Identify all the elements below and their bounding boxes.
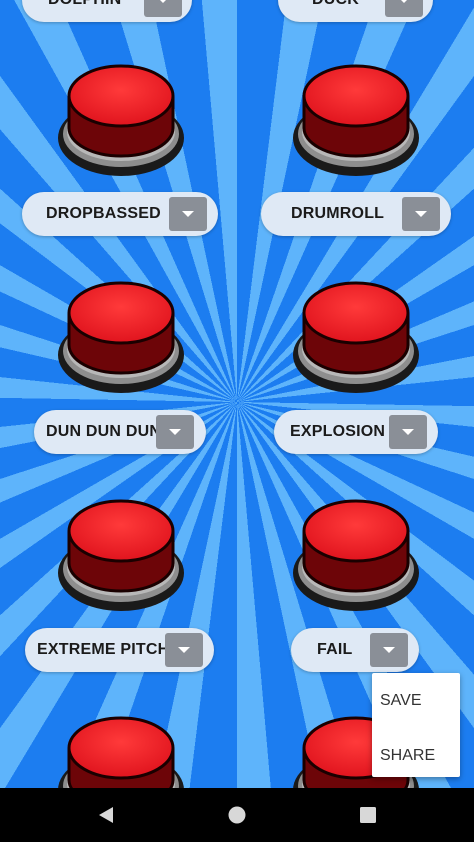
- sound-label: DUCK: [312, 0, 359, 9]
- chevron-down-icon: [169, 429, 181, 435]
- recents-button[interactable]: [338, 788, 398, 842]
- home-circle-icon: [228, 806, 246, 824]
- back-button[interactable]: [75, 788, 135, 842]
- sound-label: DUN DUN DUN: [46, 423, 162, 440]
- chevron-down-icon: [178, 647, 190, 653]
- sound-options-dropdown[interactable]: [144, 0, 182, 17]
- options-popup-menu: SAVE SHARE: [372, 673, 460, 777]
- sound-pill-duck: DUCK: [278, 0, 433, 22]
- sound-label: DROPBASSED: [46, 205, 161, 222]
- sound-button-explosion[interactable]: [291, 277, 421, 397]
- sound-pill-dun-dun-dun: DUN DUN DUN: [34, 410, 206, 454]
- system-navigation-bar: [0, 788, 474, 842]
- sound-pill-drumroll: DRUMROLL: [261, 192, 451, 236]
- sound-pill-fail: FAIL: [291, 628, 419, 672]
- sound-options-dropdown[interactable]: [156, 415, 194, 449]
- sound-label: FAIL: [317, 641, 353, 658]
- sound-options-dropdown[interactable]: [370, 633, 408, 667]
- sound-options-dropdown[interactable]: [165, 633, 203, 667]
- sound-options-dropdown[interactable]: [389, 415, 427, 449]
- sound-pill-explosion: EXPLOSION: [274, 410, 438, 454]
- chevron-down-icon: [383, 647, 395, 653]
- back-triangle-icon: [99, 807, 113, 823]
- chevron-down-icon: [157, 0, 169, 3]
- chevron-down-icon: [402, 429, 414, 435]
- sound-button-fail[interactable]: [291, 495, 421, 615]
- chevron-down-icon: [182, 211, 194, 217]
- sound-options-dropdown[interactable]: [402, 197, 440, 231]
- sound-options-dropdown[interactable]: [385, 0, 423, 17]
- sound-pill-extreme-pitch: EXTREME PITCH: [25, 628, 214, 672]
- sound-pill-dropbassed: DROPBASSED: [22, 192, 218, 236]
- sound-pill-dolphin: DOLPHIN: [22, 0, 192, 22]
- sound-label: EXPLOSION: [290, 423, 386, 440]
- chevron-down-icon: [415, 211, 427, 217]
- recents-square-icon: [360, 807, 376, 823]
- sound-button-extreme-pitch[interactable]: [56, 495, 186, 615]
- sound-button-drumroll[interactable]: [291, 60, 421, 180]
- sound-label: DOLPHIN: [48, 0, 121, 9]
- sound-label: EXTREME PITCH: [37, 641, 170, 658]
- share-menu-item[interactable]: SHARE: [380, 747, 435, 765]
- sound-button-dropbassed[interactable]: [56, 60, 186, 180]
- sound-label: DRUMROLL: [291, 205, 385, 222]
- chevron-down-icon: [398, 0, 410, 3]
- home-button[interactable]: [207, 788, 267, 842]
- sound-options-dropdown[interactable]: [169, 197, 207, 231]
- save-menu-item[interactable]: SAVE: [380, 692, 422, 710]
- sound-button-dun-dun-dun[interactable]: [56, 277, 186, 397]
